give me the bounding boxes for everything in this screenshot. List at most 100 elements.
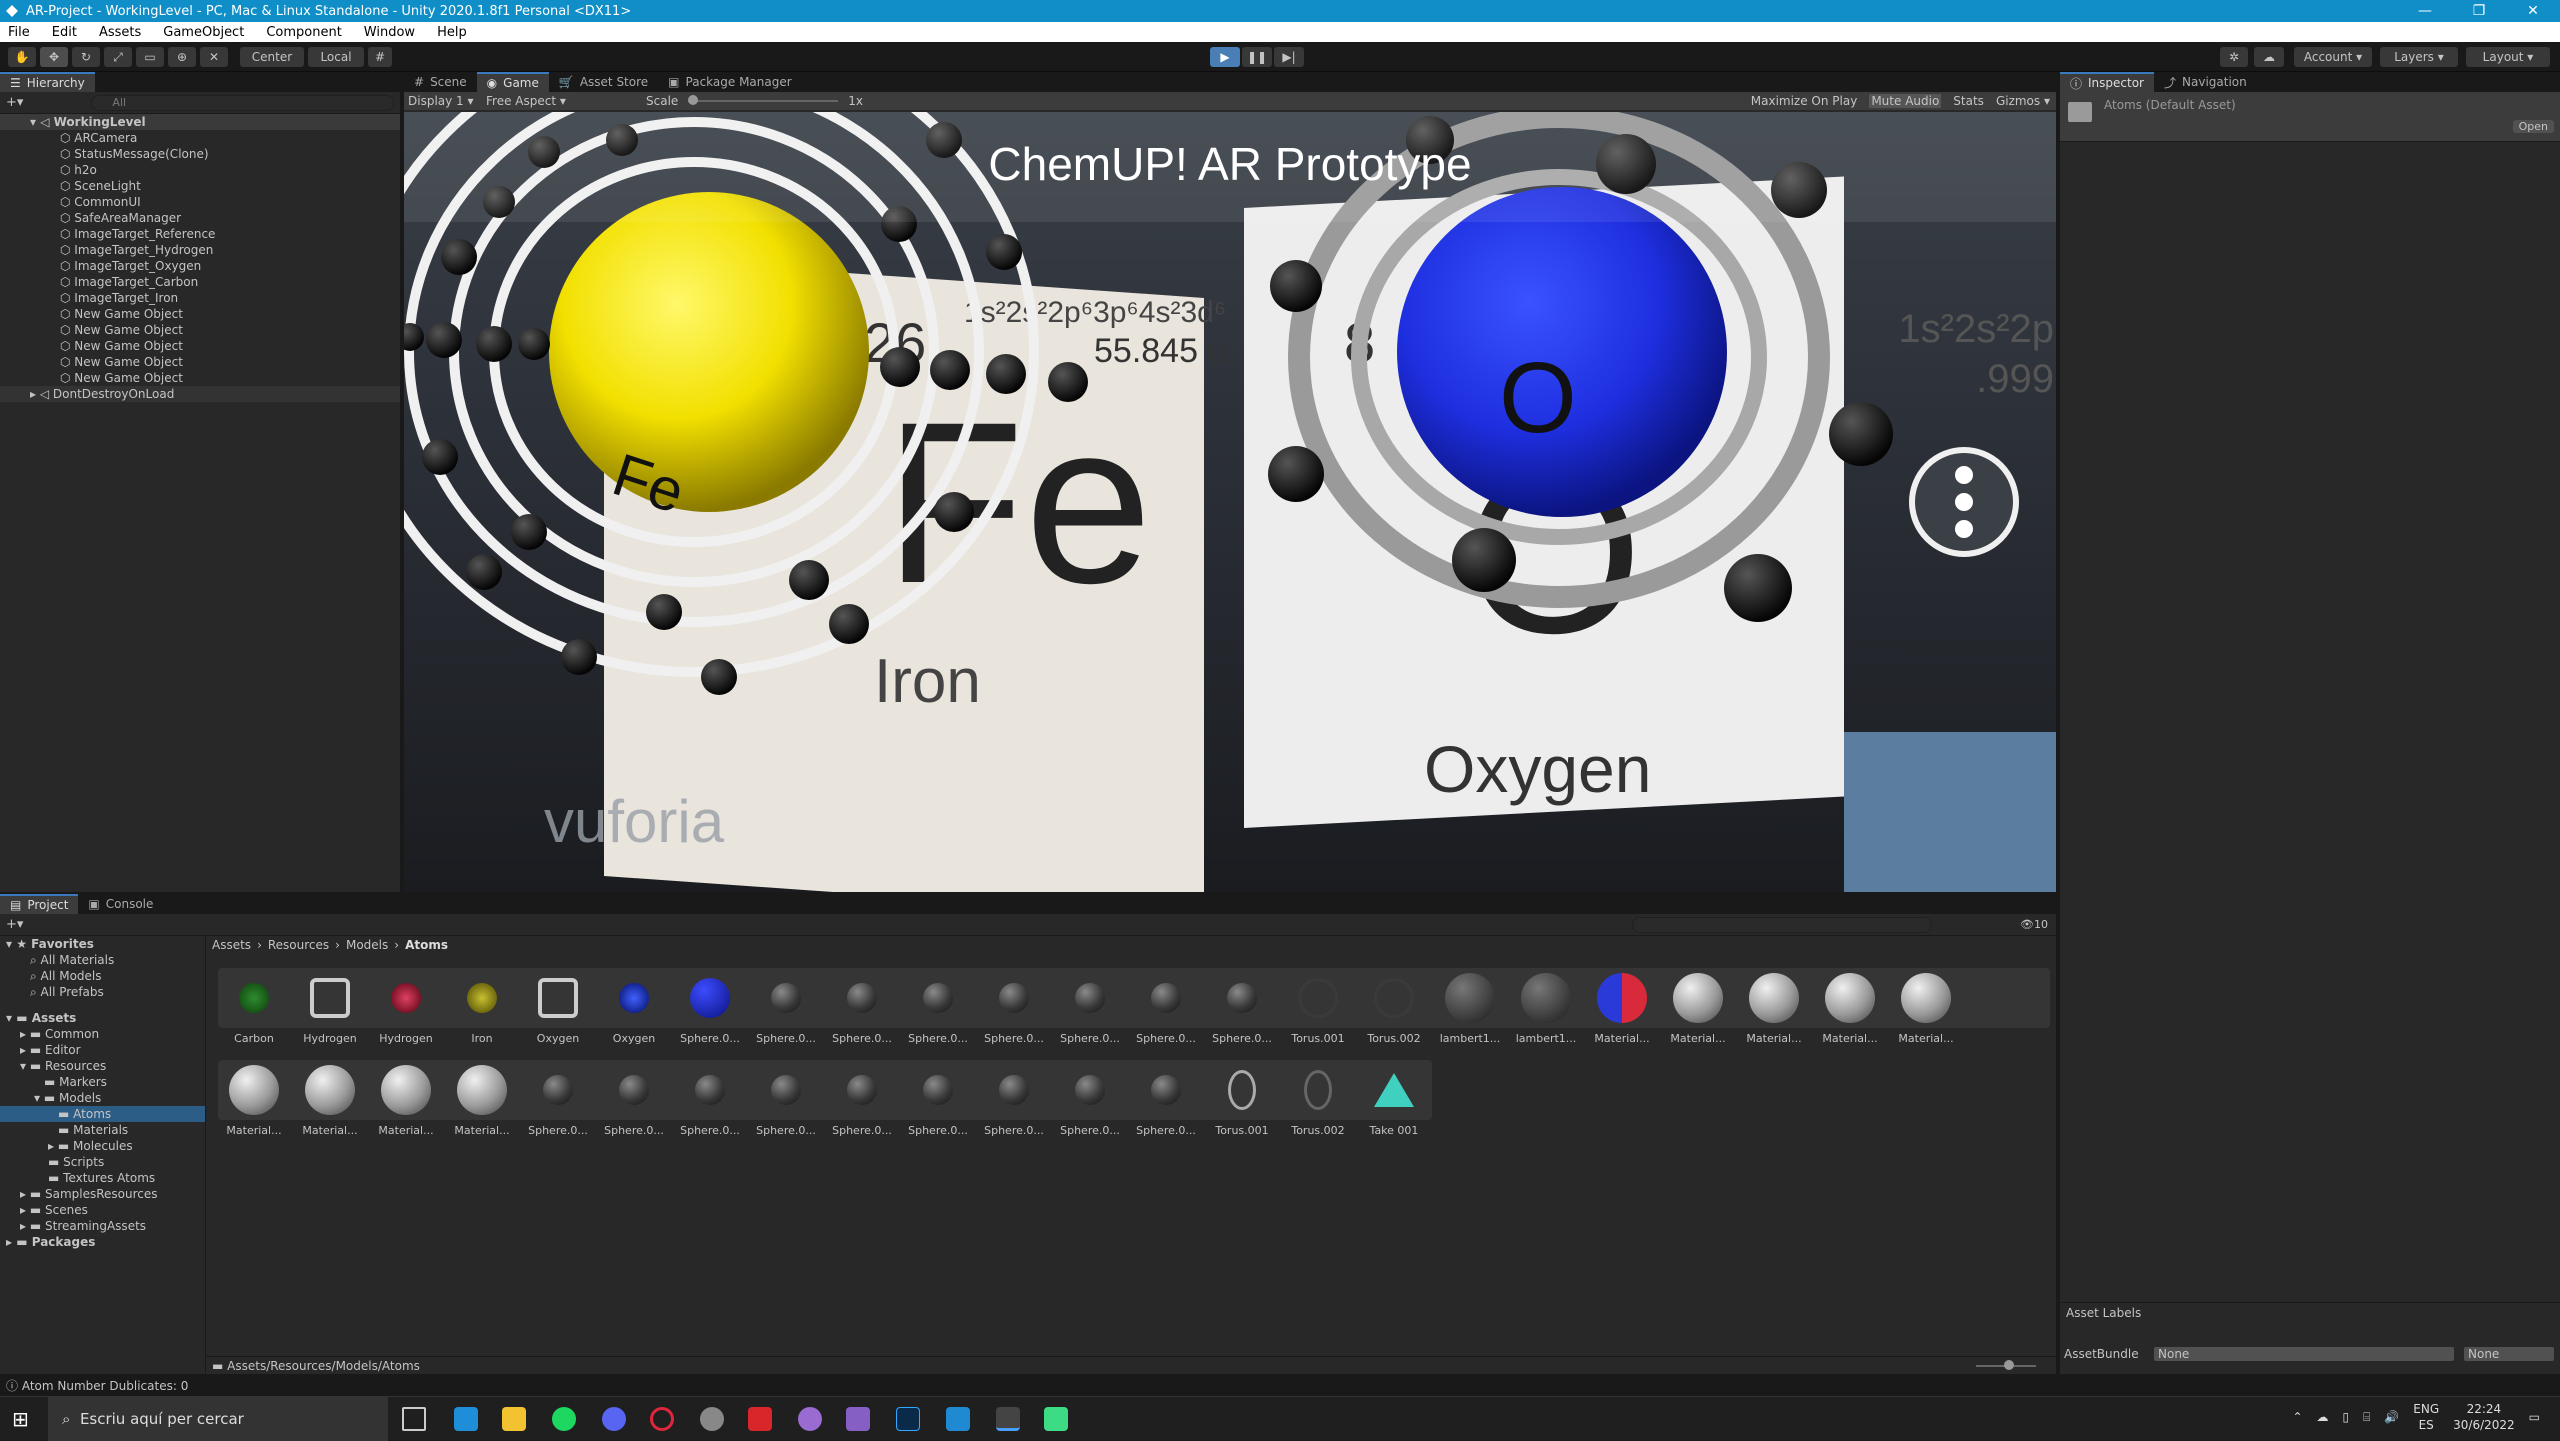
task-view-icon[interactable] <box>402 1407 426 1431</box>
tree-folder[interactable]: ▾ ▬ Resources <box>0 1058 205 1074</box>
tab-hierarchy[interactable]: ☰ Hierarchy <box>0 72 95 92</box>
assetbundle-dropdown[interactable]: None <box>2154 1347 2454 1361</box>
list-item[interactable]: ⬡ New Game Object <box>0 370 400 386</box>
asset-item[interactable]: Sphere.0... <box>674 1060 746 1137</box>
asset-item[interactable]: Sphere.0... <box>902 968 974 1045</box>
asset-item[interactable]: lambert1... <box>1510 968 1582 1045</box>
transform-tool-icon[interactable]: ⊕ <box>168 47 196 67</box>
breadcrumb-models[interactable]: Models <box>346 938 388 956</box>
create-icon[interactable]: +▾ <box>6 917 23 932</box>
asset-item[interactable]: Hydrogen <box>370 968 442 1045</box>
rect-tool-icon[interactable]: ▭ <box>136 47 164 67</box>
asset-item[interactable]: Sphere.0... <box>522 1060 594 1137</box>
list-item[interactable]: ⬡ ARCamera <box>0 130 400 146</box>
windows-start-icon[interactable]: ⊞ <box>12 1407 36 1431</box>
menu-component[interactable]: Component <box>266 25 341 40</box>
assetbundle-variant-dropdown[interactable]: None <box>2464 1347 2554 1361</box>
tab-package-manager[interactable]: ▣ Package Manager <box>658 72 802 92</box>
file-explorer-icon[interactable] <box>502 1407 526 1431</box>
favorites-node[interactable]: ▾ ★ Favorites <box>0 936 205 952</box>
tree-folder[interactable]: ▬ Markers <box>0 1074 205 1090</box>
asset-item[interactable]: Iron <box>446 968 518 1045</box>
collab-icon[interactable]: ✲ <box>2220 47 2248 67</box>
list-item[interactable]: ⬡ CommonUI <box>0 194 400 210</box>
project-search-input[interactable] <box>1632 917 1932 933</box>
hierarchy-search-input[interactable]: All <box>91 94 394 111</box>
packages-node[interactable]: ▸ ▬ Packages <box>0 1234 205 1250</box>
menu-edit[interactable]: Edit <box>52 25 77 40</box>
taskbar-search-input[interactable]: ⌕ Escriu aquí per cercar <box>48 1397 388 1441</box>
list-item[interactable]: ⬡ SafeAreaManager <box>0 210 400 226</box>
rotate-tool-icon[interactable]: ↻ <box>72 47 100 67</box>
list-item[interactable]: ⬡ h2o <box>0 162 400 178</box>
aspect-dropdown[interactable]: Free Aspect ▾ <box>486 94 646 108</box>
asset-item[interactable]: Torus.001 <box>1206 1060 1278 1137</box>
asset-item[interactable]: Sphere.0... <box>1054 968 1126 1045</box>
asset-item[interactable]: Material... <box>294 1060 366 1137</box>
layout-dropdown[interactable]: Layout ▾ <box>2466 47 2550 67</box>
asset-item[interactable]: Take 001 <box>1358 1060 1430 1137</box>
breadcrumb-assets[interactable]: Assets <box>212 938 251 956</box>
tree-folder[interactable]: ▸ ▬ Molecules <box>0 1138 205 1154</box>
scale-tool-icon[interactable]: ⤢ <box>104 47 132 67</box>
scale-slider[interactable] <box>688 95 839 105</box>
photoshop-icon[interactable] <box>896 1407 920 1431</box>
breadcrumb-resources[interactable]: Resources <box>268 938 329 956</box>
tree-folder[interactable]: ▸ ▬ Common <box>0 1026 205 1042</box>
pause-button[interactable]: ❚❚ <box>1242 47 1272 67</box>
list-item[interactable]: ⬡ New Game Object <box>0 306 400 322</box>
tray-chevron-icon[interactable]: ⌃ <box>2292 1410 2302 1424</box>
asset-item[interactable]: Material... <box>1586 968 1658 1045</box>
list-item[interactable]: ⬡ ImageTarget_Iron <box>0 290 400 306</box>
tree-folder[interactable]: ▸ ▬ StreamingAssets <box>0 1218 205 1234</box>
menu-window[interactable]: Window <box>364 25 415 40</box>
menu-assets[interactable]: Assets <box>99 25 141 40</box>
fav-item[interactable]: ⌕ All Materials <box>0 952 205 968</box>
asset-item[interactable]: Sphere.0... <box>750 1060 822 1137</box>
asset-item[interactable]: Sphere.0... <box>1054 1060 1126 1137</box>
obs-icon[interactable] <box>700 1407 724 1431</box>
list-item[interactable]: ⬡ ImageTarget_Oxygen <box>0 258 400 274</box>
fav-item[interactable]: ⌕ All Prefabs <box>0 984 205 1000</box>
vscode-icon[interactable] <box>946 1407 970 1431</box>
maximize-on-play-toggle[interactable]: Maximize On Play <box>1751 94 1858 108</box>
display-dropdown[interactable]: Display 1 ▾ <box>408 94 486 108</box>
list-item[interactable]: ⬡ ImageTarget_Carbon <box>0 274 400 290</box>
grid-snap-icon[interactable]: # <box>368 47 392 67</box>
asset-item[interactable]: Torus.002 <box>1358 968 1430 1045</box>
asset-item[interactable]: Sphere.0... <box>978 1060 1050 1137</box>
dontdestroy-row[interactable]: ▸ ◁ DontDestroyOnLoad <box>0 386 400 402</box>
tab-console[interactable]: ▣ Console <box>78 894 163 914</box>
tab-asset-store[interactable]: 🛒 Asset Store <box>549 72 658 92</box>
network-icon[interactable]: ⌸ <box>2363 1410 2370 1425</box>
asset-item[interactable]: Sphere.0... <box>826 1060 898 1137</box>
fav-item[interactable]: ⌕ All Models <box>0 968 205 984</box>
scale-slider-handle[interactable] <box>688 95 699 105</box>
asset-item[interactable]: Sphere.0... <box>598 1060 670 1137</box>
pivot-local-button[interactable]: Local <box>308 47 364 67</box>
asset-item[interactable]: Oxygen <box>522 968 594 1045</box>
move-tool-icon[interactable]: ✥ <box>40 47 68 67</box>
spotify-icon[interactable] <box>552 1407 576 1431</box>
status-message[interactable]: Atom Number Dublicates: 0 <box>22 1379 188 1393</box>
battery-icon[interactable]: ▯ <box>2343 1410 2350 1424</box>
asset-item[interactable]: Material... <box>370 1060 442 1137</box>
asset-item[interactable]: Material... <box>446 1060 518 1137</box>
list-item[interactable]: ⬡ SceneLight <box>0 178 400 194</box>
asset-item[interactable]: Carbon <box>218 968 290 1045</box>
asset-item[interactable]: Hydrogen <box>294 968 366 1045</box>
pivot-center-button[interactable]: Center <box>240 47 304 67</box>
visual-studio-icon[interactable] <box>846 1407 870 1431</box>
thumbnail-size-handle[interactable] <box>2004 1360 2014 1370</box>
onedrive-icon[interactable]: ☁ <box>2317 1410 2329 1424</box>
unity-taskbar-icon[interactable] <box>996 1407 1020 1431</box>
github-icon[interactable] <box>798 1407 822 1431</box>
list-item[interactable]: ⬡ ImageTarget_Reference <box>0 226 400 242</box>
tab-inspector[interactable]: ⓘ Inspector <box>2060 72 2154 92</box>
list-item[interactable]: ⬡ StatusMessage(Clone) <box>0 146 400 162</box>
maximize-icon[interactable]: ❐ <box>2452 0 2506 22</box>
discord-icon[interactable] <box>602 1407 626 1431</box>
asset-item[interactable]: Sphere.0... <box>902 1060 974 1137</box>
android-icon[interactable] <box>1044 1407 1068 1431</box>
acrobat-icon[interactable] <box>748 1407 772 1431</box>
